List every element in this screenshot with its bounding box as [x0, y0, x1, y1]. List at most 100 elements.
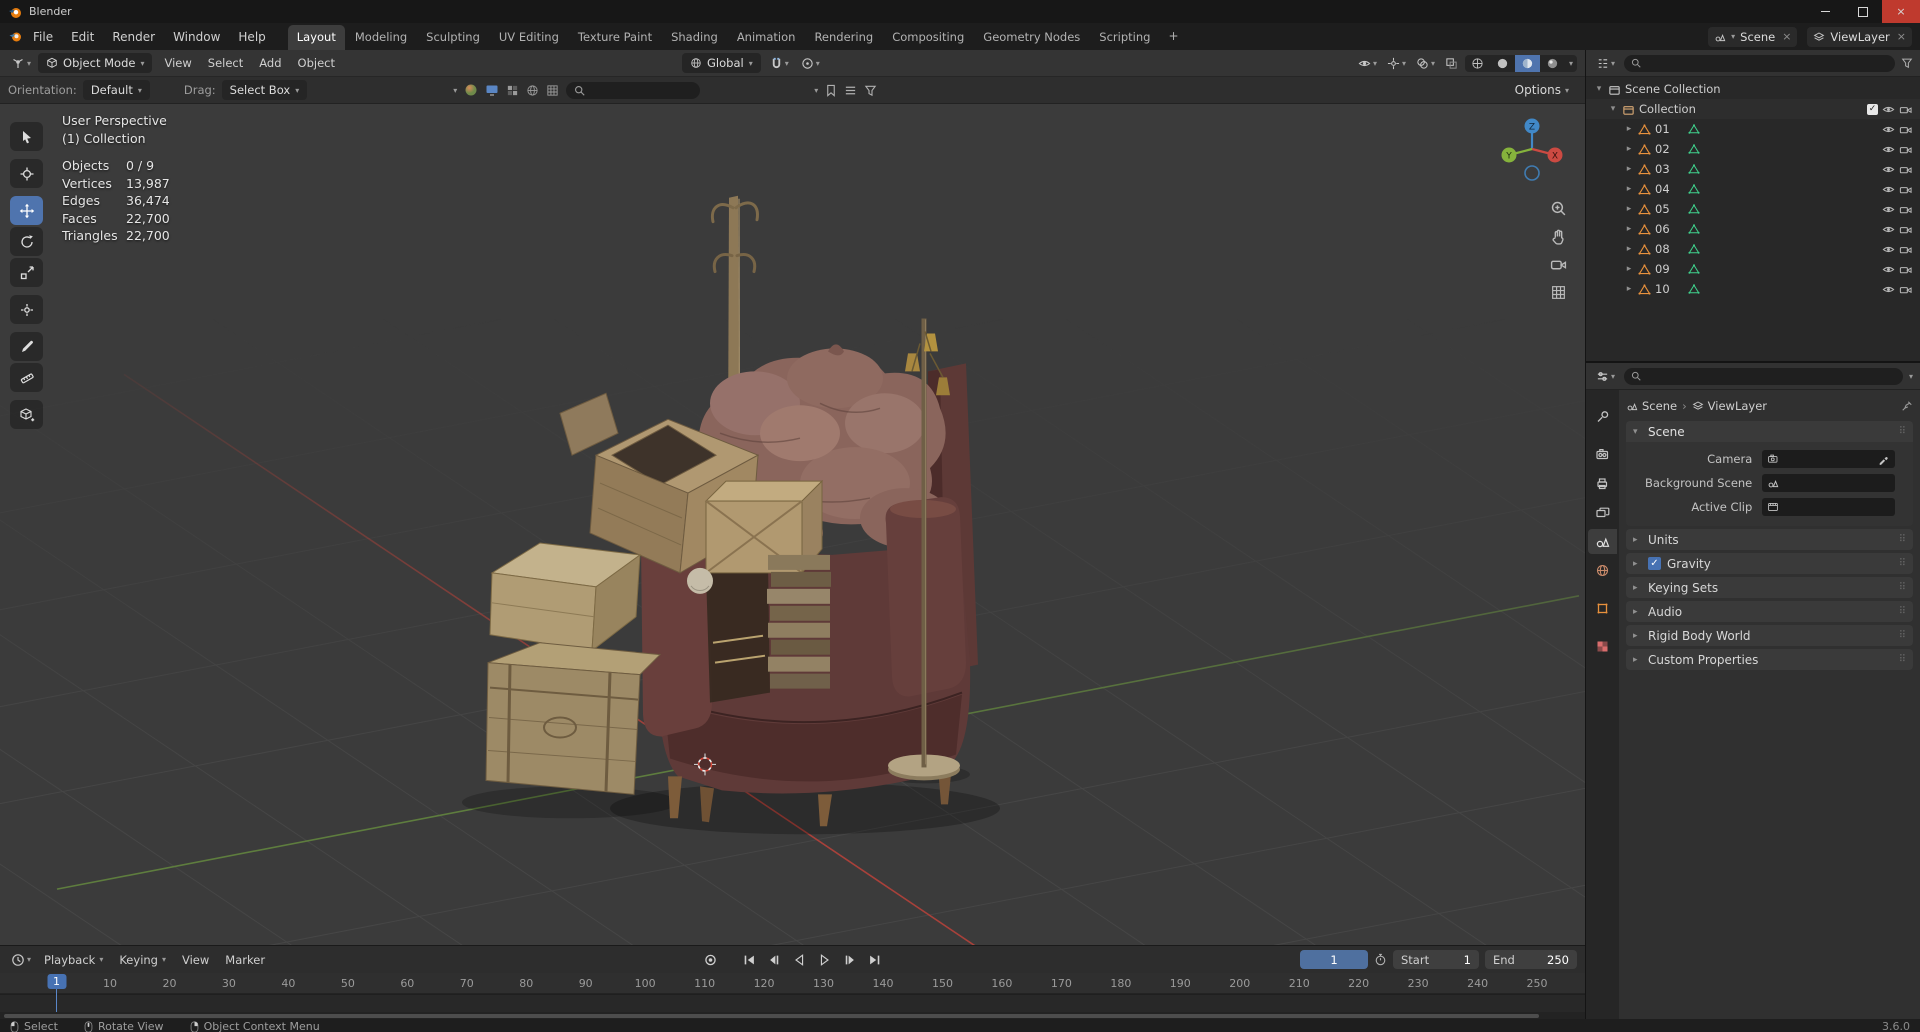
eyedropper-icon[interactable] — [1878, 453, 1890, 465]
scene-selector[interactable]: ▾ Scene × — [1708, 26, 1798, 47]
object-name[interactable]: 04 — [1655, 182, 1670, 196]
outliner-object-row[interactable]: ▸ 09 — [1586, 259, 1920, 279]
active-clip-field[interactable] — [1762, 498, 1895, 516]
texture-icon[interactable] — [506, 84, 519, 97]
hide-eye-icon[interactable] — [1882, 143, 1895, 156]
viewlayer-selector[interactable]: ViewLayer × — [1807, 26, 1912, 47]
gizmo-y-label[interactable]: Y — [1505, 152, 1512, 162]
scene-panel-header[interactable]: ▾ Scene ⠿ — [1626, 421, 1913, 442]
camera-visibility-icon[interactable] — [1899, 143, 1912, 156]
object-visibility-dropdown[interactable]: ▾ — [1355, 56, 1380, 71]
properties-section-header[interactable]: ▸ Keying Sets ⠿ — [1626, 577, 1913, 598]
outliner-object-row[interactable]: ▸ 03 — [1586, 159, 1920, 179]
camera-visibility-icon[interactable] — [1899, 263, 1912, 276]
overlays-dropdown[interactable]: ▾ — [1413, 56, 1438, 71]
close-button[interactable]: × — [1882, 0, 1920, 23]
timeline-body[interactable]: 10 20 30 40 50 60 70 80 90 100 110 120 130 140 150 160 1… — [0, 973, 1585, 1013]
snapping-toggle[interactable]: ▾ — [767, 56, 792, 71]
properties-search-input[interactable] — [1624, 367, 1903, 385]
annotate-tool[interactable] — [10, 332, 43, 361]
props-tab-tool[interactable] — [1588, 404, 1617, 429]
disclosure-icon[interactable]: ▸ — [1624, 184, 1634, 194]
workspace-tab[interactable]: Scripting — [1090, 25, 1159, 50]
box-on-chest[interactable] — [489, 542, 642, 652]
props-tab-object[interactable] — [1588, 596, 1617, 621]
disclosure-icon[interactable]: ▸ — [1624, 284, 1634, 294]
camera-visibility-icon[interactable] — [1899, 203, 1912, 216]
camera-visibility-icon[interactable] — [1899, 183, 1912, 196]
jump-to-end-button[interactable] — [863, 950, 886, 969]
viewport-menu-item[interactable]: Select — [200, 53, 251, 73]
workspace-tab[interactable]: Sculpting — [417, 25, 489, 50]
properties-section-header[interactable]: ▸ Audio ⠿ — [1626, 601, 1913, 622]
menu-item[interactable]: Help — [229, 27, 274, 47]
unlink-viewlayer-icon[interactable]: × — [1895, 30, 1906, 43]
pin-icon[interactable] — [1901, 400, 1913, 412]
auto-keying-button[interactable] — [699, 950, 722, 969]
mode-dropdown[interactable]: Object Mode ▾ — [38, 53, 153, 73]
menu-item[interactable]: File — [24, 27, 62, 47]
timeline-scrollbar-track[interactable] — [0, 1012, 1585, 1019]
disclosure-icon[interactable]: ▸ — [1624, 204, 1634, 214]
play-reverse-button[interactable] — [788, 950, 811, 969]
props-tab-scene[interactable] — [1588, 529, 1617, 554]
workspace-tab[interactable]: Layout — [287, 25, 345, 50]
timeline-menu-item[interactable]: Playback ▾ — [36, 950, 111, 970]
round-object[interactable] — [687, 567, 713, 594]
properties-section-header[interactable]: ▸ Custom Properties ⠿ — [1626, 649, 1913, 670]
unlink-scene-icon[interactable]: × — [1780, 30, 1791, 43]
camera-visibility-icon[interactable] — [1899, 163, 1912, 176]
outliner-editor-type[interactable]: ▾ — [1593, 56, 1618, 71]
workspace-tab[interactable]: Rendering — [805, 25, 882, 50]
ortho-grid-icon[interactable] — [1550, 284, 1567, 301]
editor-type-selector[interactable]: ▾ — [8, 55, 34, 71]
timeline-menu-item[interactable]: View — [174, 950, 217, 970]
background-scene-field[interactable] — [1762, 474, 1895, 492]
bookmark-icon[interactable] — [825, 84, 837, 97]
workspace-tab[interactable]: Texture Paint — [569, 25, 661, 50]
xray-toggle[interactable] — [1442, 56, 1461, 71]
properties-section-header[interactable]: ▸ ✓ Gravity ⠿ — [1626, 553, 1913, 574]
timeline-menu-item[interactable]: Keying ▾ — [111, 950, 174, 970]
workspace-tab[interactable]: Animation — [728, 25, 805, 50]
cursor-tool[interactable] — [10, 159, 43, 188]
outliner-object-row[interactable]: ▸ 08 — [1586, 239, 1920, 259]
workspace-tab[interactable]: Compositing — [883, 25, 973, 50]
props-tab-texture[interactable] — [1588, 634, 1617, 659]
add-cube-tool[interactable] — [10, 400, 43, 429]
rendered-shading-button[interactable] — [1540, 55, 1565, 72]
disclosure-icon[interactable]: ▸ — [1624, 224, 1634, 234]
gizmo-z-label[interactable]: Z — [1529, 123, 1535, 133]
outliner-object-row[interactable]: ▸ 04 — [1586, 179, 1920, 199]
gizmo-x-label[interactable]: X — [1552, 152, 1558, 162]
viewport-menu-item[interactable]: View — [156, 53, 199, 73]
blender-menu-icon[interactable] — [8, 29, 23, 44]
disclosure-icon[interactable]: ▾ — [1594, 84, 1604, 94]
shading-dropdown-icon[interactable]: ▾ — [1565, 59, 1577, 68]
object-name[interactable]: 08 — [1655, 242, 1670, 256]
object-name[interactable]: 06 — [1655, 222, 1670, 236]
hide-eye-icon[interactable] — [1882, 263, 1895, 276]
camera-visibility-icon[interactable] — [1899, 103, 1912, 116]
disclosure-icon[interactable]: ▸ — [1624, 144, 1634, 154]
hide-eye-icon[interactable] — [1882, 243, 1895, 256]
workspace-tab[interactable]: Geometry Nodes — [974, 25, 1089, 50]
options-dropdown[interactable]: Options ▾ — [1515, 83, 1577, 97]
material-preview-shading-button[interactable] — [1514, 54, 1540, 72]
play-button[interactable] — [813, 950, 836, 969]
disclosure-icon[interactable]: ▸ — [1624, 244, 1634, 254]
maximize-button[interactable] — [1844, 0, 1882, 23]
viewport-menu-item[interactable]: Add — [251, 53, 289, 73]
start-frame-field[interactable]: Start 1 — [1393, 950, 1479, 969]
scene-collection-row[interactable]: ▾ Scene Collection — [1586, 79, 1920, 99]
object-name[interactable]: 10 — [1655, 282, 1670, 296]
object-name[interactable]: 02 — [1655, 142, 1670, 156]
select-box-tool[interactable] — [10, 122, 43, 151]
outliner-object-row[interactable]: ▸ 01 — [1586, 119, 1920, 139]
measure-tool[interactable] — [10, 363, 43, 392]
rotate-tool[interactable] — [10, 227, 43, 256]
outliner-object-row[interactable]: ▸ 06 — [1586, 219, 1920, 239]
outliner-search-input[interactable] — [1624, 54, 1895, 72]
navigation-gizmo[interactable]: Z Y X — [1493, 110, 1571, 188]
properties-section-header[interactable]: ▸ Rigid Body World ⠿ — [1626, 625, 1913, 646]
